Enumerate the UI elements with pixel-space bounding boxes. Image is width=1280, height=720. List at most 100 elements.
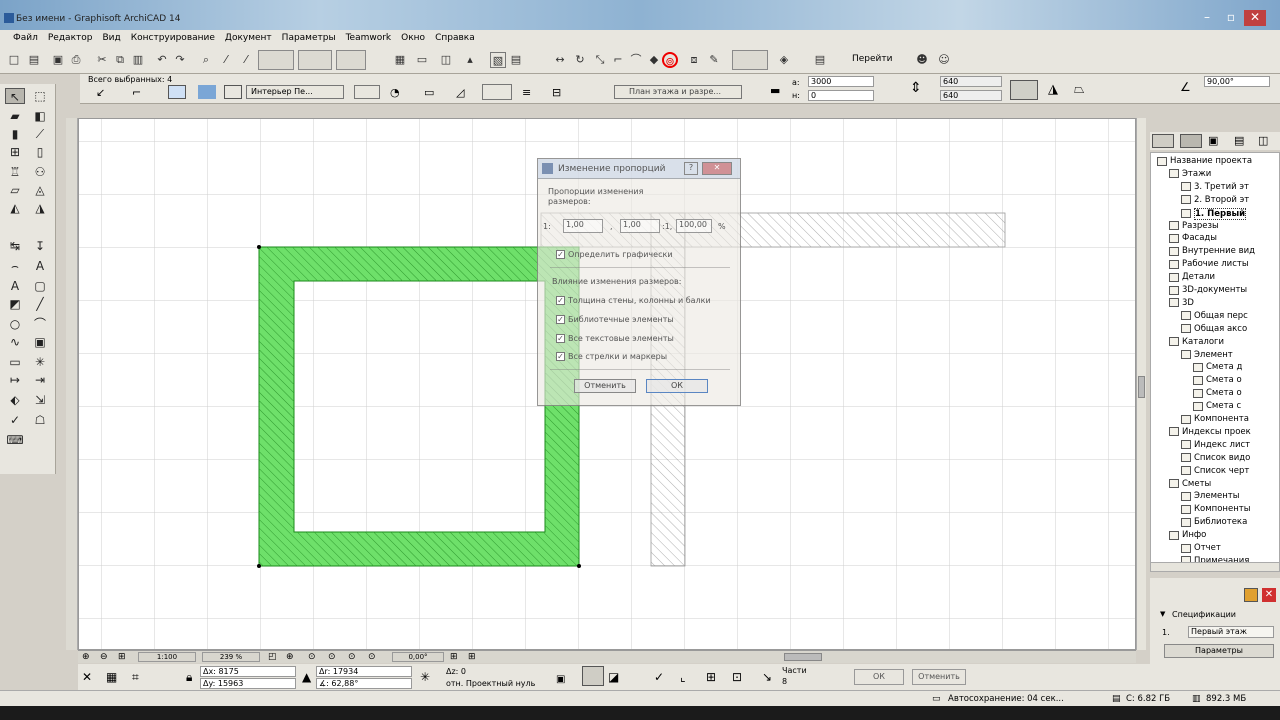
width-field[interactable]: 3000 <box>808 76 874 87</box>
redo-icon[interactable]: ↷ <box>172 52 188 68</box>
layers-icon[interactable]: ⊞ <box>450 652 458 662</box>
option-text-row[interactable]: ✓ Все текстовые элементы <box>556 334 674 343</box>
trace-icon[interactable]: ▧ <box>490 52 506 68</box>
spline-tool-icon[interactable]: ∿ <box>5 334 25 350</box>
person-icon[interactable]: ☺ <box>936 52 952 68</box>
orientation-icon[interactable]: ⊙ <box>368 652 376 662</box>
polyline-tool-icon[interactable]: ⌒ <box>30 316 50 332</box>
relative-icon[interactable]: ⌗ <box>132 670 139 685</box>
line-tool-icon[interactable]: ╱ <box>30 296 50 312</box>
navigator-item[interactable]: Общая аксо <box>1181 324 1247 334</box>
dimension-tool-icon[interactable]: ↹ <box>5 238 25 254</box>
collapse-icon[interactable]: ▼ <box>1160 610 1165 618</box>
door-tool-icon[interactable]: ◧ <box>30 108 50 124</box>
offset-field[interactable]: 0 <box>808 90 874 101</box>
angle-coord-field[interactable]: ∡: 62,88° <box>316 678 412 689</box>
ratio-field-b[interactable]: 1,00 <box>620 219 660 233</box>
zoom-in-icon[interactable]: ⊕ <box>82 652 90 662</box>
lock-r-icon[interactable]: ▲ <box>302 670 311 684</box>
menu-view[interactable]: Вид <box>97 33 125 43</box>
menu-design[interactable]: Конструирование <box>126 33 220 43</box>
explode-icon[interactable]: ✎ <box>706 52 722 68</box>
navigator-item[interactable]: Название проекта <box>1157 156 1252 166</box>
paste-icon[interactable]: ▥ <box>130 52 146 68</box>
angle-view-field[interactable]: 0,00° <box>392 652 444 662</box>
thickness-checkbox[interactable]: ✓ <box>556 296 565 305</box>
grid-group[interactable] <box>336 50 366 70</box>
angle-field[interactable]: 90,00° <box>1204 76 1270 87</box>
menu-document[interactable]: Документ <box>220 33 277 43</box>
navigator-item[interactable]: Сметы <box>1169 479 1211 489</box>
material-icon[interactable] <box>198 85 216 99</box>
column-tool-icon[interactable]: ▮ <box>5 126 25 142</box>
ratio-field-a[interactable]: 1,00 <box>563 219 603 233</box>
navigator-item[interactable]: 3. Третий эт <box>1181 182 1249 192</box>
horizontal-scrollbar-thumb[interactable] <box>784 653 822 661</box>
dialog-cancel-button[interactable]: Отменить <box>574 379 636 393</box>
rotate-icon[interactable]: ↻ <box>572 52 588 68</box>
menu-help[interactable]: Справка <box>430 33 480 43</box>
navigator-item[interactable]: Компонента <box>1181 414 1249 424</box>
wall-structure-button[interactable] <box>482 84 512 100</box>
navigator-item[interactable]: Рабочие листы <box>1169 259 1249 269</box>
dx-field[interactable]: Δx: 8175 <box>200 666 296 677</box>
menu-file[interactable]: Файл <box>8 33 43 43</box>
project-map-icon[interactable] <box>1152 134 1174 148</box>
mirror-icon[interactable]: ↔ <box>552 52 568 68</box>
layout-icon[interactable]: ▤ <box>812 52 828 68</box>
wall-line-icon[interactable]: ≡ <box>522 86 531 99</box>
zone-tool-icon[interactable]: ▢ <box>30 278 50 294</box>
lock-icon[interactable]: ▴ <box>462 52 478 68</box>
object-tool-icon[interactable]: ⚇ <box>30 164 50 180</box>
navigator-item[interactable]: Общая перс <box>1181 311 1248 321</box>
menu-window[interactable]: Окно <box>396 33 430 43</box>
resize-icon[interactable]: ⊚ <box>662 52 678 68</box>
navigator-item[interactable]: Смета с <box>1193 401 1241 411</box>
goto-label[interactable]: Перейти <box>852 54 893 64</box>
navigator-item[interactable]: Детали <box>1169 272 1215 282</box>
new-icon[interactable]: □ <box>6 52 22 68</box>
dialog-ok-button[interactable]: ОК <box>646 379 708 393</box>
wall-tool-icon[interactable]: ▰ <box>5 108 25 124</box>
grid-tool-icon[interactable]: ✳ <box>30 354 50 370</box>
wall-geometry-icon[interactable]: ▬ <box>770 84 780 97</box>
fillet-icon[interactable]: ⌒ <box>628 52 644 68</box>
text-tool-icon[interactable]: A <box>30 258 50 274</box>
parts-value[interactable]: 8 <box>782 677 787 686</box>
folder-icon[interactable] <box>1244 588 1258 602</box>
next-view-icon[interactable]: ⊙ <box>348 652 356 662</box>
layout-book-icon[interactable]: ▣ <box>1208 134 1218 147</box>
layer-icon[interactable]: ▦ <box>392 52 408 68</box>
worksheet-tool-icon[interactable]: ⇲ <box>30 392 50 408</box>
beam-tool-icon[interactable]: ⟋ <box>30 126 50 142</box>
window-tool-icon[interactable]: ⊞ <box>5 144 25 160</box>
vertical-scroll-track[interactable] <box>66 118 78 650</box>
prev-view-icon[interactable]: ⊙ <box>328 652 336 662</box>
box-icon[interactable]: ▭ <box>424 86 434 99</box>
3d-view-icon[interactable]: ◈ <box>776 52 792 68</box>
split-icon[interactable]: ◆ <box>646 52 662 68</box>
pens-icon[interactable]: ⊞ <box>468 652 476 662</box>
trapezoid-wall-icon[interactable]: ⏢ <box>1074 82 1084 97</box>
zoom-field[interactable]: 239 % <box>202 652 260 662</box>
stair-tool-icon[interactable]: ♖ <box>5 164 25 180</box>
markers-checkbox[interactable]: ✓ <box>556 352 565 361</box>
camera-tool-icon[interactable]: ✓ <box>5 412 25 428</box>
mesh-tool-icon[interactable]: ◮ <box>30 200 50 216</box>
floor-plan-dropdown[interactable]: План этажа и разре... <box>614 85 742 99</box>
open-icon[interactable]: ▤ <box>26 52 42 68</box>
save-icon[interactable]: ▣ <box>50 52 66 68</box>
offset-icon[interactable]: ⧈ <box>686 52 702 68</box>
wall-end-icon[interactable]: ⊟ <box>552 86 561 99</box>
cancel-button[interactable]: Отменить <box>912 669 966 685</box>
maximize-icon[interactable]: ▫ <box>1220 10 1242 26</box>
scrollbar-thumb[interactable] <box>1138 376 1145 398</box>
label-tool-icon[interactable]: A <box>5 278 25 294</box>
text-checkbox[interactable]: ✓ <box>556 334 565 343</box>
figure-tool-icon[interactable]: ▣ <box>30 334 50 350</box>
navigator-item[interactable]: Фасады <box>1169 233 1217 243</box>
circle-tool-icon[interactable]: ○ <box>5 316 25 332</box>
option-thickness-row[interactable]: ✓ Толщина стены, колонны и балки <box>556 296 711 305</box>
publisher-icon[interactable]: ▤ <box>1234 134 1244 147</box>
dr-field[interactable]: Δr: 17934 <box>316 666 412 677</box>
